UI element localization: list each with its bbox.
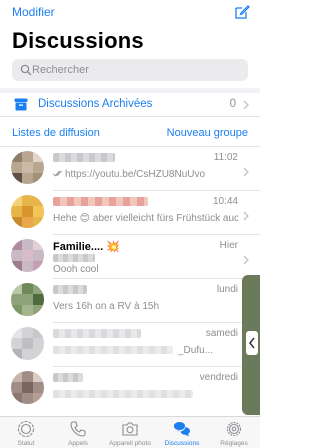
avatar	[11, 371, 44, 404]
tab-chats[interactable]: Discussions	[156, 419, 208, 448]
new-group-link[interactable]: Nouveau groupe	[167, 127, 248, 139]
chat-time: 10:44	[212, 196, 238, 207]
avatar	[11, 151, 44, 184]
side-drawer-handle[interactable]	[242, 275, 260, 415]
chat-preview: https://youtu.be/CsHZU8NuUvo	[53, 169, 238, 180]
contact-name-redacted	[53, 329, 141, 338]
chat-row[interactable]: Familie.... 💥 Hier Oooh cool	[0, 235, 260, 279]
chat-time: vendredi	[199, 372, 238, 383]
chat-row[interactable]: lundi Vers 16h on a RV à 15h	[0, 279, 260, 323]
compose-icon[interactable]	[234, 4, 250, 20]
edit-button[interactable]: Modifier	[12, 5, 55, 19]
chat-bubbles-icon	[174, 422, 190, 437]
chevron-left-icon	[249, 337, 255, 349]
contact-name-redacted	[53, 153, 115, 162]
chevron-right-icon	[243, 100, 249, 110]
tab-camera[interactable]: Appareil photo	[104, 419, 156, 448]
tab-bar: Statut Appels Appareil photo Discussions…	[0, 416, 260, 448]
archive-box-icon	[14, 98, 28, 111]
contact-name-redacted	[53, 373, 83, 382]
chat-preview-text: https://youtu.be/CsHZU8NuUvo	[65, 169, 206, 180]
tab-label: Statut	[17, 440, 35, 447]
chat-time: 11:02	[213, 152, 238, 163]
chat-preview: Oooh cool	[53, 264, 99, 275]
search-icon	[20, 64, 32, 76]
chat-row[interactable]: vendredi	[0, 367, 260, 411]
avatar	[11, 283, 44, 316]
tab-settings[interactable]: Réglages	[208, 419, 260, 448]
chat-preview: Hehe 😊 aber vielleicht fürs Frühstück au…	[53, 213, 238, 224]
tab-label: Appareil photo	[109, 440, 151, 447]
tab-label: Réglages	[220, 440, 248, 447]
top-bar: Modifier	[0, 0, 260, 28]
chevron-right-icon	[243, 211, 249, 221]
drawer-tab[interactable]	[246, 331, 258, 355]
chat-preview: _Dufu...	[178, 345, 214, 356]
tab-status[interactable]: Statut	[0, 419, 52, 448]
avatar	[11, 195, 44, 228]
contact-name-redacted	[53, 285, 87, 294]
gear-icon	[226, 421, 242, 437]
chat-time: samedi	[205, 328, 238, 339]
search-input[interactable]	[32, 59, 242, 81]
tab-label: Discussions	[164, 440, 200, 447]
chat-row[interactable]: 10:44 Hehe 😊 aber vielleicht fürs Frühst…	[0, 191, 260, 235]
double-check-icon	[53, 170, 62, 177]
tab-calls[interactable]: Appels	[52, 419, 104, 448]
contact-name: Familie.... 💥	[53, 241, 120, 253]
avatar	[11, 239, 44, 272]
sender-name-redacted	[53, 254, 95, 262]
contact-name-redacted	[53, 197, 148, 206]
phone-icon	[70, 421, 86, 437]
chat-time: Hier	[219, 240, 238, 251]
chat-preview: Vers 16h on a RV à 15h	[53, 301, 160, 312]
archived-count: 0	[229, 98, 236, 110]
preview-redacted	[53, 390, 193, 398]
preview-redacted	[53, 346, 173, 354]
status-icon	[17, 420, 35, 438]
chat-row[interactable]: 11:02 https://youtu.be/CsHZU8NuUvo	[0, 147, 260, 191]
search-bar[interactable]	[12, 59, 248, 81]
page-title: Discussions	[12, 28, 144, 53]
chevron-right-icon	[243, 167, 249, 177]
chevron-right-icon	[243, 255, 249, 265]
avatar	[11, 327, 44, 360]
camera-icon	[122, 422, 138, 436]
chat-time: lundi	[216, 284, 238, 295]
chat-row[interactable]: samedi _Dufu...	[0, 323, 260, 367]
archived-label: Discussions Archivées	[38, 98, 153, 110]
tab-label: Appels	[68, 440, 88, 447]
archived-chats-row[interactable]: Discussions Archivées 0	[0, 93, 260, 117]
broadcast-lists-link[interactable]: Listes de diffusion	[12, 127, 100, 139]
